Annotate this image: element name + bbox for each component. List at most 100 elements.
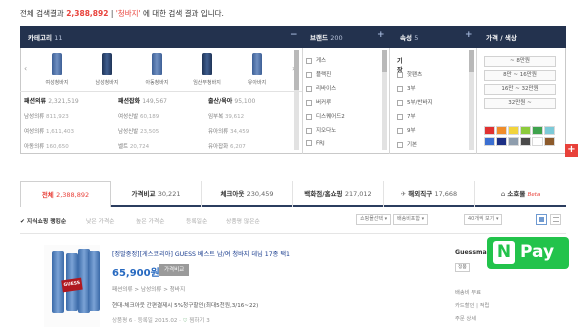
attribute-scrollbar[interactable]	[469, 50, 474, 150]
category-filter-title[interactable]: 카테고리 11	[28, 32, 62, 42]
sort-bar: ✔ 지식쇼핑 랭킹순 낮은 가격순 높은 가격순 등록일순 상품평 많은순 쇼핑…	[20, 213, 566, 231]
brand-checkbox[interactable]: 지오다노	[306, 126, 336, 134]
shipping-select[interactable]: 배송비포함 ▾	[393, 214, 429, 225]
review-count[interactable]: 상품평 6	[112, 318, 132, 324]
category-thumb[interactable]: 임산부청바지	[188, 50, 226, 90]
color-swatch[interactable]	[508, 126, 519, 135]
divider	[389, 48, 390, 154]
price-range-button[interactable]: ~ 8만원	[484, 56, 556, 67]
npay-n-icon: N	[493, 241, 515, 264]
color-swatch[interactable]	[484, 137, 495, 146]
sort-reviews[interactable]: 상품평 많은순	[226, 216, 260, 225]
chevron-left-icon[interactable]: ‹	[24, 64, 27, 73]
price-range-button[interactable]: 32만원 ~	[484, 98, 556, 109]
mall-select[interactable]: 쇼핑몰선택 ▾	[356, 214, 392, 225]
category-link[interactable]: 여성의류 1,611,403	[24, 127, 116, 135]
product-category-trail[interactable]: 패션의류 > 남성의류 > 청바지	[112, 285, 185, 293]
expand-attribute-icon[interactable]: +	[465, 30, 473, 40]
category-thumb[interactable]: 아동청바지	[138, 50, 176, 90]
category-link[interactable]: 남성신발 23,505	[118, 127, 210, 135]
category-link[interactable]: 여성신발 60,189	[118, 112, 210, 120]
brand-checkbox[interactable]: 플랙진	[306, 70, 331, 78]
list-view-icon[interactable]	[550, 214, 561, 225]
brand-scrollbar[interactable]	[382, 50, 387, 150]
attribute-checkbox[interactable]: 9부	[397, 126, 416, 134]
tab-overseas[interactable]: ✈ 해외직구 17,668	[384, 181, 475, 207]
color-swatch[interactable]	[496, 126, 507, 135]
tab-soho-mall[interactable]: ⌂ 소호몰 Beta	[475, 181, 566, 207]
per-page-select[interactable]: 40개씩 보기 ▾	[464, 214, 503, 225]
zzim-link[interactable]: 찜하기 3	[189, 318, 209, 324]
category-thumbnails: ‹ 여성청바지 남성청바지 아동청바지 임산부청바지 유아바지 ›	[20, 50, 302, 92]
sort-low-price[interactable]: 낮은 가격순	[86, 216, 115, 225]
color-swatch[interactable]	[532, 137, 543, 146]
price-filter-title: 가격 / 색상	[486, 34, 517, 42]
npay-badge[interactable]: N Pay	[487, 237, 569, 269]
category-link[interactable]: 남성의류 811,923	[24, 112, 116, 120]
color-swatch[interactable]	[508, 137, 519, 146]
tab-checkout[interactable]: 체크아웃 230,459	[202, 181, 293, 207]
category-link[interactable]: 벨트 20,724	[118, 142, 210, 150]
price-range-button[interactable]: 16만 ~ 32만원	[484, 84, 556, 95]
category-link[interactable]: 유아잡화 6,207	[208, 142, 300, 150]
attribute-checkbox[interactable]: 핫팬츠	[397, 70, 422, 78]
sort-newest[interactable]: 등록일순	[186, 216, 207, 225]
brand-checkbox[interactable]: FRJ	[306, 140, 325, 147]
category-heading[interactable]: 패션잡화 149,567	[118, 96, 210, 105]
brand-checkbox[interactable]: 게스	[306, 56, 326, 64]
price-compare-button[interactable]: 가격비교	[159, 264, 190, 276]
brand-checkbox[interactable]: 리바이스	[306, 84, 336, 92]
tab-department-store[interactable]: 백화점/홈쇼핑 217,012	[293, 181, 384, 207]
category-link[interactable]: 아동의류 160,650	[24, 142, 116, 150]
category-column: 패션잡화 149,567 여성신발 60,189 남성신발 23,505 벨트 …	[118, 96, 210, 150]
color-swatch[interactable]	[532, 126, 543, 135]
brand-checkbox[interactable]: 버커루	[306, 98, 331, 106]
brand-filter-title[interactable]: 브랜드 200	[310, 32, 343, 42]
collapse-category-icon[interactable]: −	[290, 30, 298, 40]
grid-view-icon[interactable]	[536, 214, 547, 225]
result-tabs: 전체 2,388,892 가격비교 30,221 체크아웃 230,459 백화…	[20, 181, 566, 207]
product-title[interactable]: [정말중정][게스코리아] GUESS 베스트 남/여 청바지 데님 17종 택…	[112, 249, 290, 258]
seller-name[interactable]: Guessmall	[455, 249, 491, 256]
tab-price-compare[interactable]: 가격비교 30,221	[111, 181, 202, 207]
sort-high-price[interactable]: 높은 가격순	[136, 216, 165, 225]
filter-header: 카테고리 11 − 브랜드 200 + 속성 5 + 가격 / 색상	[20, 26, 566, 48]
category-heading[interactable]: 출산/육아 95,100	[208, 96, 300, 105]
attribute-checkbox[interactable]: 5부/반바지	[397, 98, 433, 106]
airplane-icon: ✈	[400, 190, 407, 198]
color-swatch[interactable]	[520, 137, 531, 146]
jeans-icon	[52, 53, 62, 75]
color-swatch[interactable]	[520, 126, 531, 135]
brand-checkbox[interactable]: 디스퀘어드2	[306, 112, 345, 120]
category-heading[interactable]: 패션의류 2,321,519	[24, 96, 116, 105]
price-range-button[interactable]: 8만 ~ 16만원	[484, 70, 556, 81]
tab-all[interactable]: 전체 2,388,892	[20, 181, 111, 207]
color-swatch[interactable]	[544, 126, 555, 135]
category-link[interactable]: 유아의류 34,459	[208, 127, 300, 135]
summary-count: 2,388,892	[66, 9, 109, 18]
attribute-checkbox[interactable]: 3부	[397, 84, 416, 92]
zzim-icon[interactable]: ♡	[183, 318, 188, 324]
attribute-filter-title[interactable]: 속성 5	[400, 32, 418, 42]
summary-keyword: '청바지'	[115, 9, 141, 18]
category-thumb[interactable]: 남성청바지	[88, 50, 126, 90]
category-column: 출산/육아 95,100 임부복 39,612 유아의류 34,459 유아잡화…	[208, 96, 300, 150]
attribute-checkbox[interactable]: 7부	[397, 112, 416, 120]
seller-info: 배송비 무료	[455, 290, 482, 296]
expand-brand-icon[interactable]: +	[377, 30, 385, 40]
category-thumb[interactable]: 여성청바지	[38, 50, 76, 90]
product-image[interactable]: GUESS	[44, 245, 100, 327]
category-thumb[interactable]: 유아바지	[238, 50, 276, 90]
category-link[interactable]: 임부복 39,612	[208, 112, 300, 120]
expand-filter-plus-icon[interactable]: +	[565, 144, 578, 157]
seller-info[interactable]: 주문 상세	[455, 314, 476, 322]
color-swatch[interactable]	[544, 137, 555, 146]
attribute-checkbox[interactable]: 기본	[397, 140, 417, 148]
jeans-icon	[152, 53, 162, 75]
color-swatch[interactable]	[484, 126, 495, 135]
sort-ranking[interactable]: ✔ 지식쇼핑 랭킹순	[20, 216, 66, 225]
divider	[20, 233, 566, 234]
color-swatch[interactable]	[496, 137, 507, 146]
category-scrollbar[interactable]	[294, 50, 299, 150]
jeans-icon	[252, 53, 262, 75]
